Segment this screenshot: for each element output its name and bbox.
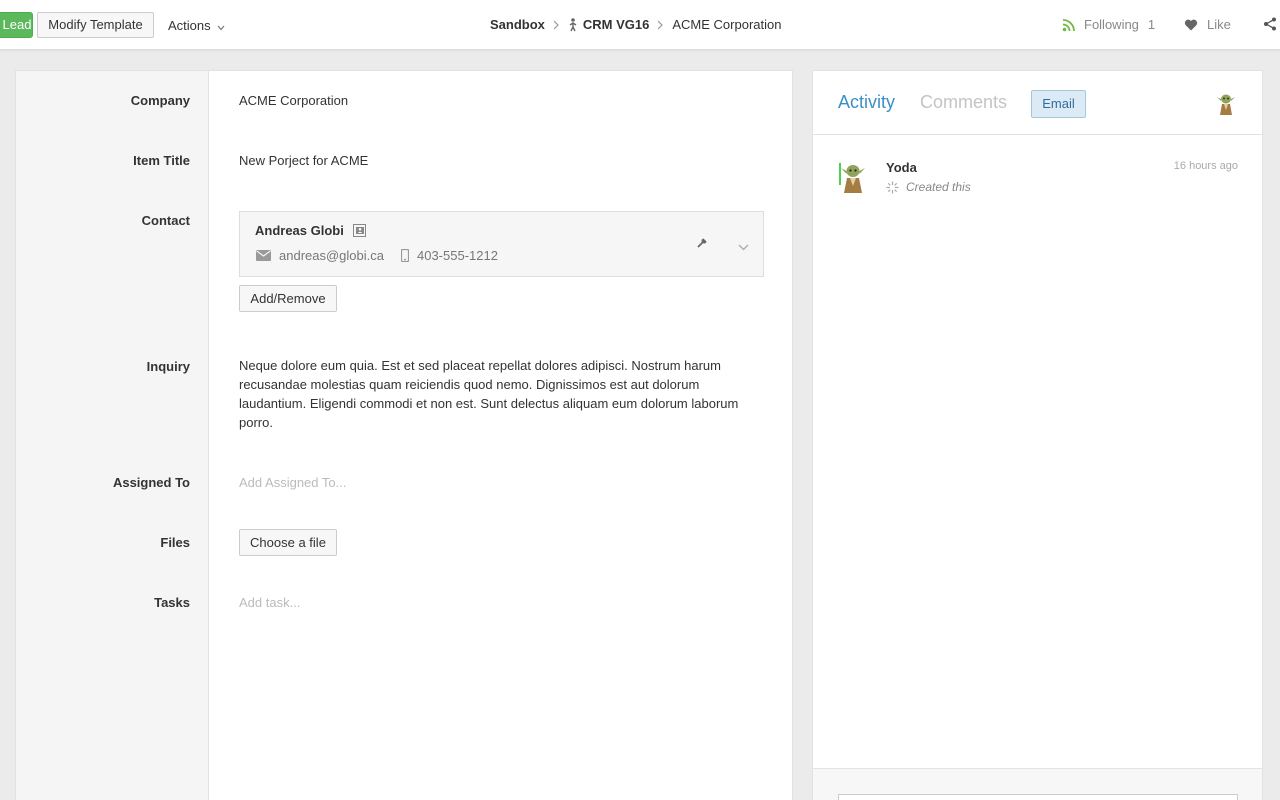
breadcrumb-item: ACME Corporation: [672, 17, 781, 32]
company-value[interactable]: ACME Corporation: [239, 93, 348, 108]
tab-activity[interactable]: Activity: [838, 92, 895, 113]
lead-button[interactable]: Lead: [0, 12, 33, 38]
contact-name-row: Andreas Globi: [255, 223, 366, 238]
user-avatar[interactable]: [838, 161, 868, 196]
field-labels-column: [16, 71, 209, 800]
following-label: Following: [1084, 17, 1139, 32]
activity-description-text: Created this: [906, 180, 971, 194]
files-label: Files: [10, 535, 190, 550]
assigned-to-input[interactable]: Add Assigned To...: [239, 475, 346, 490]
activity-description: Created this: [886, 180, 971, 194]
company-label: Company: [10, 93, 190, 108]
item-title-value[interactable]: New Porject for ACME: [239, 153, 368, 168]
add-task-input[interactable]: Add task...: [239, 595, 300, 610]
inquiry-text[interactable]: Neque dolore eum quia. Est et sed placea…: [239, 356, 749, 432]
address-book-icon: [353, 224, 366, 237]
top-bar: Lead Modify Template Actions Sandbox CRM…: [0, 0, 1280, 50]
add-remove-contact-button[interactable]: Add/Remove: [239, 285, 337, 312]
email-button[interactable]: Email: [1031, 90, 1086, 118]
share-icon[interactable]: [1263, 17, 1277, 34]
activity-user[interactable]: Yoda: [886, 160, 917, 175]
assigned-to-label: Assigned To: [10, 475, 190, 490]
activity-tabs: Activity Comments Email: [813, 71, 1262, 135]
activity-panel: Activity Comments Email Yod: [812, 70, 1263, 800]
contact-card[interactable]: Andreas Globi andreas@globi.ca: [239, 211, 764, 277]
rss-icon: [1062, 18, 1076, 32]
chevron-down-icon[interactable]: [738, 239, 749, 254]
item-details-panel: Company ACME Corporation Item Title New …: [15, 70, 793, 800]
item-title-label: Item Title: [10, 153, 190, 168]
wrench-icon[interactable]: [697, 236, 709, 251]
comment-input[interactable]: [838, 794, 1238, 800]
chevron-right-icon: [657, 20, 663, 30]
contact-details-row: andreas@globi.ca 403-555-1212: [256, 248, 498, 263]
heart-icon: [1184, 19, 1198, 31]
choose-file-button[interactable]: Choose a file: [239, 529, 337, 556]
contact-phone[interactable]: 403-555-1212: [417, 248, 498, 263]
breadcrumb: Sandbox CRM VG16 ACME Corporation: [490, 17, 781, 32]
actions-menu[interactable]: Actions: [168, 17, 225, 34]
tab-comments[interactable]: Comments: [920, 92, 1007, 113]
chevron-down-icon: [217, 19, 225, 34]
current-user-avatar[interactable]: [1215, 91, 1237, 118]
like-label: Like: [1207, 17, 1231, 32]
actions-label: Actions: [168, 18, 211, 33]
sparkle-icon: [886, 181, 899, 194]
following-count: 1: [1148, 17, 1155, 32]
chevron-right-icon: [553, 20, 559, 30]
contact-name[interactable]: Andreas Globi: [255, 223, 344, 238]
modify-template-button[interactable]: Modify Template: [37, 12, 154, 38]
inquiry-label: Inquiry: [10, 359, 190, 374]
envelope-icon: [256, 250, 271, 261]
like-button[interactable]: Like: [1184, 17, 1231, 32]
activity-time: 16 hours ago: [1174, 160, 1238, 172]
comment-footer: [813, 768, 1262, 800]
following-button[interactable]: Following 1: [1062, 17, 1155, 32]
contact-email[interactable]: andreas@globi.ca: [279, 248, 384, 263]
tasks-label: Tasks: [10, 595, 190, 610]
breadcrumb-workspace[interactable]: Sandbox: [490, 17, 545, 32]
breadcrumb-app[interactable]: CRM VG16: [583, 17, 649, 32]
person-icon: [568, 18, 578, 32]
mobile-phone-icon: [401, 249, 409, 262]
contact-label: Contact: [10, 213, 190, 228]
